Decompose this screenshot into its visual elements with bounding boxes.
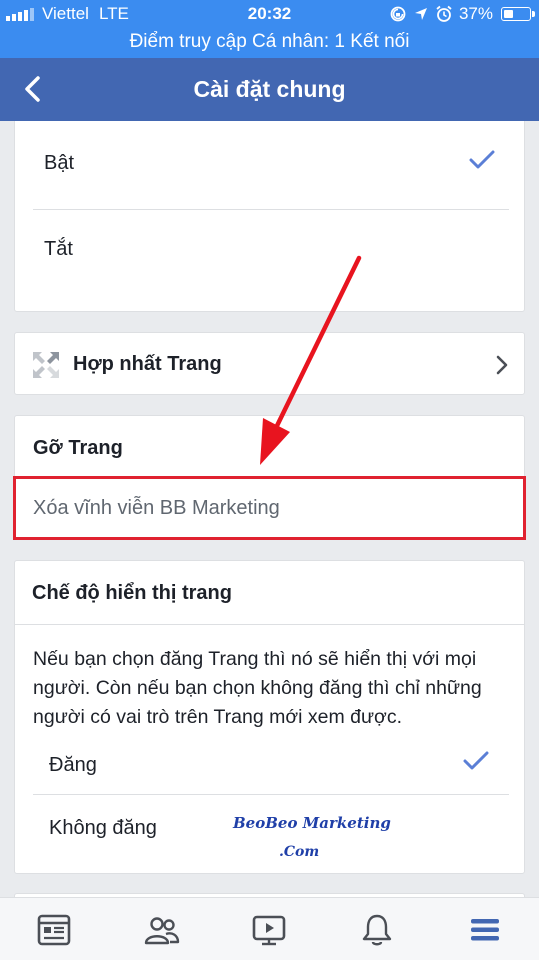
remove-page-title: Gỡ Trang xyxy=(33,437,123,459)
merge-pages-row[interactable]: Hợp nhất Trang xyxy=(14,332,525,395)
page-title: Cài đặt chung xyxy=(193,76,346,102)
divider xyxy=(33,209,509,210)
hotspot-banner[interactable]: Điểm truy cập Cá nhân: 1 Kết nối xyxy=(0,28,539,58)
notifications-bell-icon xyxy=(363,914,392,945)
navigation-bar: Cài đặt chung xyxy=(0,58,539,121)
visibility-toggle-card: Bật Tắt xyxy=(14,121,525,312)
checkmark-icon xyxy=(469,150,495,169)
page-visibility-card: Chế độ hiển thị trang Nếu bạn chọn đăng … xyxy=(14,560,525,874)
watermark-domain: .Com xyxy=(279,844,320,860)
chevron-right-icon xyxy=(496,355,508,375)
menu-icon xyxy=(471,918,500,940)
watermark-text: BeoBeo Marketing xyxy=(233,814,391,832)
tab-notifications[interactable] xyxy=(323,898,431,960)
location-icon xyxy=(414,8,427,20)
watch-video-icon xyxy=(253,915,286,945)
page-visibility-title: Chế độ hiển thị trang xyxy=(32,582,232,604)
option-publish[interactable]: Đăng xyxy=(49,754,97,777)
merge-pages-label: Hợp nhất Trang xyxy=(73,353,222,375)
alarm-icon xyxy=(436,5,452,22)
page-visibility-description: Nếu bạn chọn đăng Trang thì nó sẽ hiển t… xyxy=(33,648,482,728)
tab-news-feed[interactable] xyxy=(0,898,108,960)
battery-percent: 37% xyxy=(458,4,493,23)
status-bar: Viettel LTE 20:32 37% xyxy=(0,0,539,28)
battery-icon xyxy=(501,7,535,21)
option-unpublish[interactable]: Không đăng xyxy=(49,817,157,840)
option-on[interactable]: Bật xyxy=(44,152,74,175)
option-off[interactable]: Tắt xyxy=(44,238,73,261)
tab-groups[interactable] xyxy=(108,898,216,960)
merge-arrows-icon xyxy=(33,352,59,378)
checkmark-icon xyxy=(463,751,489,770)
divider xyxy=(15,624,524,625)
highlight-box xyxy=(13,476,526,540)
screen-lock-icon xyxy=(390,6,406,22)
tab-watch[interactable] xyxy=(216,898,324,960)
news-feed-icon xyxy=(37,914,71,945)
bottom-tab-bar xyxy=(0,897,539,960)
tab-menu[interactable] xyxy=(431,898,539,960)
divider xyxy=(33,794,509,795)
status-right: 37% xyxy=(389,4,535,24)
groups-icon xyxy=(144,916,179,944)
